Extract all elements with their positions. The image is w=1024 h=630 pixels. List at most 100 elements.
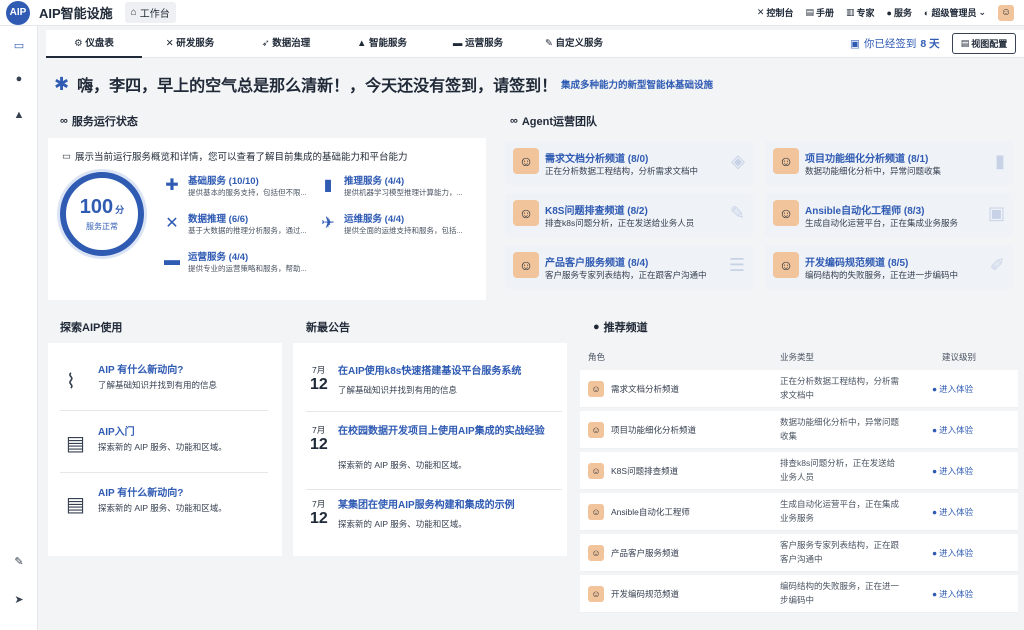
explore-title: 探索AIP使用 <box>60 322 123 334</box>
send-icon[interactable]: ➤ <box>12 592 26 606</box>
feather-icon: ✎ <box>729 203 745 223</box>
agents-title: ∞ Agent运营团队 <box>510 115 598 128</box>
news-item[interactable]: 7月 12 在AIP使用k8s快速搭建基设平台服务系统 了解基础知识并找到有用的信息 <box>306 364 562 412</box>
news-item[interactable]: 7月 12 某集团在使用AIP服务构建和集成的示例 探索新的 AIP 服务、功能和区域… <box>306 498 562 544</box>
user-avatar[interactable]: ☺ <box>998 4 1014 21</box>
nav-service[interactable]: ● 服务 <box>887 6 912 19</box>
chevron-down-icon: ⌄ <box>978 7 986 17</box>
recommend-table-header: 角色 业务类型 建议级别 <box>588 352 977 362</box>
tools-icon: ✕ <box>756 7 765 17</box>
user-menu[interactable]: ◐ 超级管理员 ⌄ <box>924 6 986 19</box>
bus-icon: ▬ <box>164 252 180 269</box>
agent-card[interactable]: ☺ 开发编码规范频道 (8/5) 编码结构的失败服务，正在进一步编码中 ✐ <box>765 245 1013 289</box>
add-user-icon: ● <box>932 384 938 394</box>
health-score-ring: 100 分 服务正常 <box>60 172 144 256</box>
avatar: ☺ <box>588 381 604 397</box>
enter-button[interactable]: ● 进入体验 <box>932 506 973 518</box>
agent-card[interactable]: ☺ 项目功能细化分析频道 (8/1) 数据功能细化分析中，异常问题收集 ▮ <box>765 141 1013 185</box>
tools-icon: ✕ <box>165 215 179 232</box>
avatar: ☺ <box>588 586 604 602</box>
greeting: ✱ 嗨，李四，早上的空气总是那么清新！，今天还没有签到，请签到！ <box>54 73 558 96</box>
explore-item[interactable]: ⌇ AIP 有什么新动向? 了解基础知识并找到有用的信息 <box>60 355 268 411</box>
enter-button[interactable]: ● 进入体验 <box>932 383 973 395</box>
enter-button[interactable]: ● 进入体验 <box>932 588 973 600</box>
add-user-icon: ● <box>932 589 938 599</box>
user-settings-icon[interactable]: ● <box>12 72 26 86</box>
status-desc: ▭ 展示当前运行服务概览和详情，您可以查看了解目前集成的基础能力和平台能力 <box>62 150 408 164</box>
nav-console[interactable]: ✕ 控制台 <box>757 6 794 19</box>
agent-avatar: ☺ <box>513 200 539 226</box>
agent-avatar: ☺ <box>513 148 539 174</box>
link-icon: ∞ <box>60 115 68 127</box>
table-row: ☺ 产品客户服务频道 客户服务专家列表结构，正在跟客户沟通中 ● 进入体验 <box>580 534 1018 572</box>
avatar: ☺ <box>588 545 604 561</box>
slack-icon: ✱ <box>54 73 70 94</box>
agent-avatar: ☺ <box>513 252 539 278</box>
python-icon: ✚ <box>165 177 179 194</box>
avatar: ☺ <box>588 504 604 520</box>
top-nav: ✕ 控制台 ▤ 手册 ▥ 专家 ● 服务 ◐ 超级管理员 ⌄ ☺ <box>757 4 1014 21</box>
warning-icon[interactable]: ▲ <box>12 108 26 122</box>
chart-line-icon: ⌇ <box>66 371 76 393</box>
server-icon: ☰ <box>728 255 745 275</box>
agent-card[interactable]: ☺ K8S问题排查频道 (8/2) 排查k8s问题分析，正在发送给业务人员 ✎ <box>505 193 753 237</box>
agent-avatar: ☺ <box>773 252 799 278</box>
config-icon: ▤ <box>960 38 970 48</box>
table-row: ☺ 项目功能细化分析频道 数据功能细化分析中，异常问题收集 ● 进入体验 <box>580 411 1018 449</box>
chart-icon: ▥ <box>846 7 855 17</box>
link-icon: ∞ <box>510 115 518 127</box>
agent-card[interactable]: ☺ Ansible自动化工程师 (8/3) 生成自动化运营平台，正在集成业务服务 ▣ <box>765 193 1013 237</box>
workbench-button[interactable]: ⌂ 工作台 <box>124 2 176 23</box>
truck-icon: ▮ <box>995 151 1005 171</box>
nav-expert[interactable]: ▥ 专家 <box>846 6 875 19</box>
agent-avatar: ☺ <box>773 200 799 226</box>
news-item[interactable]: 7月 12 在校园数据开发项目上使用AIP集成的实战经验 探索新的 AIP 服务、功能… <box>306 424 562 490</box>
signin-status[interactable]: ▣ 你已经签到 8 天 <box>850 36 940 51</box>
add-user-icon: ● <box>932 548 938 558</box>
shield-icon: ◐ <box>924 7 930 18</box>
tab-ops-service[interactable]: ▬ 运营服务 <box>430 30 526 58</box>
agent-avatar: ☺ <box>773 148 799 174</box>
table-row: ☺ 开发编码规范频道 编码结构的失败服务，正在进一步编码中 ● 进入体验 <box>580 575 1018 613</box>
tab-smart-service[interactable]: ▲ 智能服务 <box>334 30 430 58</box>
bus-icon: ▣ <box>987 203 1005 223</box>
tab-data-governance[interactable]: ➶ 数据治理 <box>238 30 334 58</box>
top-bar: AIP AIP智能设施 ⌂ 工作台 ✕ 控制台 ▤ 手册 ▥ 专家 ● 服务 ◐ 超级管理员… <box>0 0 1024 26</box>
agent-card[interactable]: ☺ 产品客户服务频道 (8/4) 客户服务专家列表结构，正在跟客户沟通中 ☰ <box>505 245 753 289</box>
add-user-icon: ● <box>932 466 938 476</box>
tab-rd-service[interactable]: ✕ 研发服务 <box>142 30 238 58</box>
recommend-title: ● 推荐频道 <box>593 321 648 334</box>
tab-dashboard[interactable]: ⚙ 仪盘表 <box>46 30 142 58</box>
document-icon: ▤ <box>66 433 85 455</box>
terminal-icon: ▭ <box>62 150 71 162</box>
shield-icon: ◈ <box>731 151 745 171</box>
truck-icon: ▮ <box>323 177 333 194</box>
view-config-button[interactable]: ▤ 视图配置 <box>952 33 1016 54</box>
nav-manual[interactable]: ▤ 手册 <box>805 6 834 19</box>
users-icon: ● <box>886 7 892 18</box>
add-user-icon: ● <box>593 321 600 333</box>
agent-card[interactable]: ☺ 需求文档分析频道 (8/0) 正在分析数据工程结构，分析需求文档中 ◈ <box>505 141 753 185</box>
sidebar: ▭ ● ▲ ✎ ➤ <box>0 26 38 630</box>
tab-custom-service[interactable]: ✎ 自定义服务 <box>526 30 622 58</box>
edit-icon[interactable]: ✎ <box>12 554 26 568</box>
enter-button[interactable]: ● 进入体验 <box>932 465 973 477</box>
table-row: ☺ Ansible自动化工程师 生成自动化运营平台，正在集成业务服务 ● 进入体验 <box>580 493 1018 531</box>
book-icon: ▤ <box>805 7 814 17</box>
news-title: 新最公告 <box>306 322 350 334</box>
enter-button[interactable]: ● 进入体验 <box>932 547 973 559</box>
truck-icon: ▣ <box>850 37 860 50</box>
table-row: ☺ 需求文档分析频道 正在分析数据工程结构，分析需求文档中 ● 进入体验 <box>580 370 1018 408</box>
enter-button[interactable]: ● 进入体验 <box>932 424 973 436</box>
add-user-icon: ● <box>932 507 938 517</box>
explore-item[interactable]: ▤ AIP入门 探索新的 AIP 服务、功能和区域。 <box>60 417 268 473</box>
avatar: ☺ <box>588 422 604 438</box>
status-title: ∞ 服务运行状态 <box>60 115 138 128</box>
app-title: AIP智能设施 <box>39 6 113 21</box>
monitor-icon[interactable]: ▭ <box>12 38 26 52</box>
app-logo[interactable]: AIP <box>6 0 30 25</box>
add-user-icon: ● <box>932 425 938 435</box>
ruler-icon: ✐ <box>989 255 1005 275</box>
greeting-subtitle[interactable]: 集成多种能力的新型智能体基础设施 <box>561 77 713 91</box>
explore-item[interactable]: ▤ AIP 有什么新动向? 探索新的 AIP 服务、功能和区域。 <box>60 478 268 534</box>
